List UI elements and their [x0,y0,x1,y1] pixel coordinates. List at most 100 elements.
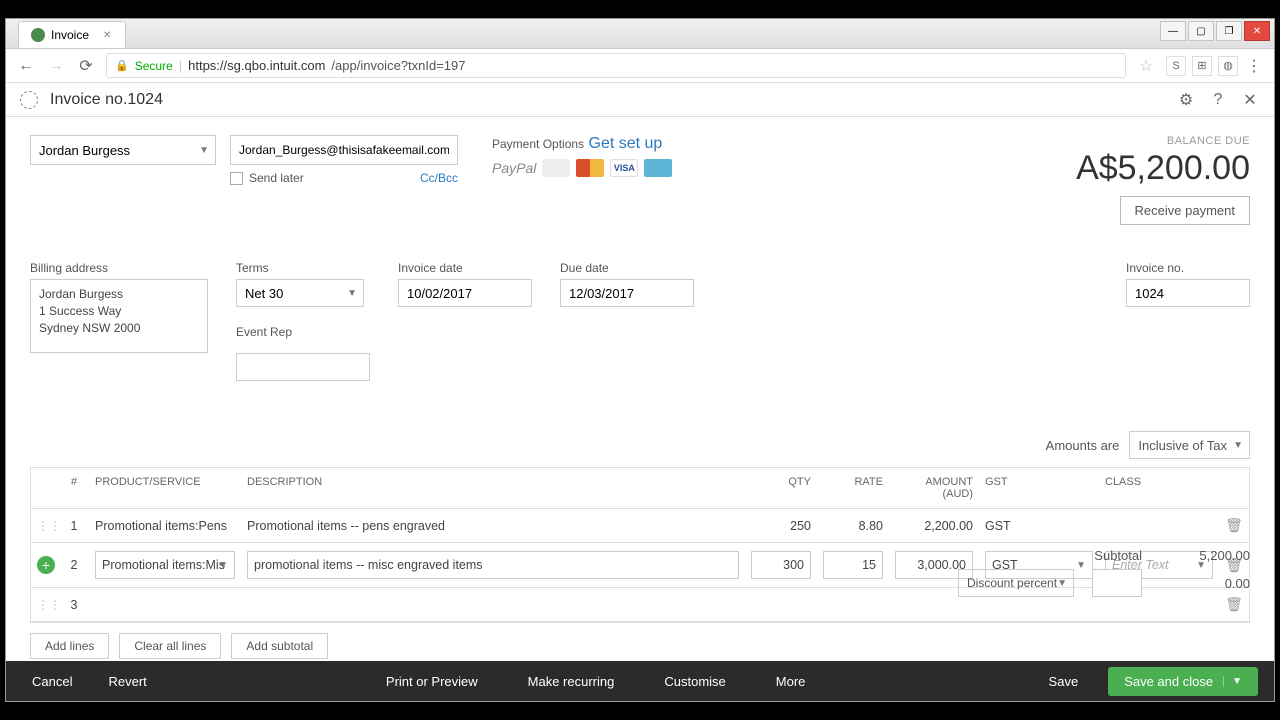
row-gst[interactable]: GST [979,511,1099,541]
email-input[interactable] [230,135,458,165]
close-icon[interactable]: ✕ [1240,90,1260,110]
history-icon[interactable] [20,91,38,109]
window-min-icon[interactable]: — [1160,21,1186,41]
make-recurring-button[interactable]: Make recurring [518,668,625,695]
row-num: 1 [59,511,89,541]
row-rate[interactable]: 8.80 [817,511,889,541]
url-input[interactable]: 🔒 Secure | https://sg.qbo.intuit.com/app… [106,53,1126,78]
content: Jordan Burgess ▼ Send later Cc/Bcc Payme… [6,117,1274,661]
paypal-icon [542,159,570,177]
col-prod: PRODUCT/SERVICE [89,468,241,508]
due-date-input[interactable] [560,279,694,307]
send-later-checkbox[interactable] [230,172,243,185]
chevron-down-icon: ▼ [1233,440,1243,451]
tax-value: Inclusive of Tax [1138,438,1227,453]
row-qty-val: 300 [783,558,804,572]
ext-icon-2[interactable]: ⊞ [1192,56,1212,76]
ext-icon-3[interactable]: ◍ [1218,56,1238,76]
customer-name: Jordan Burgess [39,143,130,158]
clear-lines-button[interactable]: Clear all lines [119,633,221,659]
chevron-down-icon: ▼ [347,288,357,299]
help-icon[interactable]: ? [1208,90,1228,110]
col-class: CLASS [1099,468,1219,508]
star-icon[interactable]: ☆ [1136,56,1156,76]
row-amt[interactable]: 2,200.00 [889,511,979,541]
drag-handle-icon[interactable]: ⋮⋮ [31,590,59,620]
discount-input[interactable] [1092,569,1142,597]
window-restore-icon[interactable]: ❐ [1216,21,1242,41]
back-icon[interactable]: ← [16,56,36,76]
discount-select[interactable]: Discount percent ▼ [958,569,1074,597]
table-row[interactable]: ⋮⋮ 1 Promotional items:Pens Promotional … [31,509,1249,543]
col-num: # [59,468,89,508]
tax-inclusive-select[interactable]: Inclusive of Tax ▼ [1129,431,1250,459]
customise-button[interactable]: Customise [654,668,735,695]
ccbcc-link[interactable]: Cc/Bcc [420,171,458,185]
invoice-date-label: Invoice date [398,261,532,275]
terms-value: Net 30 [245,286,283,301]
save-button[interactable]: Save [1035,668,1093,695]
due-date-label: Due date [560,261,694,275]
add-row-icon[interactable]: + [31,548,59,582]
more-button[interactable]: More [766,668,816,695]
save-close-button[interactable]: Save and close ▼ [1108,667,1258,696]
cancel-button[interactable]: Cancel [22,668,82,695]
grid-header: # PRODUCT/SERVICE DESCRIPTION QTY RATE A… [31,468,1249,509]
amex-icon [644,159,672,177]
page-header: Invoice no.1024 ⚙ ? ✕ [6,83,1274,117]
col-gst: GST [979,468,1099,508]
event-rep-input[interactable] [236,353,370,381]
menu-icon[interactable]: ⋮ [1244,56,1264,76]
reload-icon[interactable]: ⟳ [76,56,96,76]
window-close-icon[interactable]: ✕ [1244,21,1270,41]
row-num: 3 [59,590,89,620]
row-qty-input[interactable]: 300 [751,551,811,579]
billing-label: Billing address [30,261,208,275]
tab-close-icon[interactable]: ✕ [103,30,113,40]
row-desc-val: promotional items -- misc engraved items [254,558,483,572]
add-subtotal-button[interactable]: Add subtotal [231,633,328,659]
invoice-date-input[interactable] [398,279,532,307]
paypal-label: PayPal [492,160,536,176]
payment-setup-link[interactable]: Get set up [589,135,663,152]
row-rate-input[interactable]: 15 [823,551,883,579]
subtotal-value: 5,200.00 [1160,548,1250,563]
terms-select[interactable]: Net 30 ▼ [236,279,364,307]
favicon [31,28,45,42]
row-desc-input[interactable]: promotional items -- misc engraved items [247,551,739,579]
chevron-down-icon[interactable]: ▼ [1223,676,1242,687]
col-qty: QTY [745,468,817,508]
row-desc[interactable]: Promotional items -- pens engraved [241,511,745,541]
forward-icon[interactable]: → [46,56,66,76]
delete-row-icon[interactable]: 🗑 [1219,509,1249,542]
row-class[interactable] [1099,518,1219,534]
lock-icon: 🔒 [115,59,129,72]
mastercard-icon [576,159,604,177]
customer-select[interactable]: Jordan Burgess ▼ [30,135,216,165]
terms-label: Terms [236,261,370,275]
billing-address-input[interactable]: Jordan Burgess 1 Success Way Sydney NSW … [30,279,208,353]
browser-tab[interactable]: Invoice ✕ [18,21,126,48]
visa-icon: VISA [610,159,638,177]
row-prod[interactable] [89,597,241,613]
print-button[interactable]: Print or Preview [376,668,488,695]
row-qty[interactable] [745,597,817,613]
receive-payment-button[interactable]: Receive payment [1120,196,1250,225]
window-max-icon[interactable]: ▢ [1188,21,1214,41]
row-rate[interactable] [817,597,889,613]
subtotal-label: Subtotal [1094,548,1142,563]
row-prod-select[interactable]: Promotional items:Mis▼ [95,551,235,579]
invoice-no-input[interactable] [1126,279,1250,307]
discount-label: Discount percent [967,576,1057,590]
send-later-label: Send later [249,171,304,185]
ext-icon-1[interactable]: S [1166,56,1186,76]
add-lines-button[interactable]: Add lines [30,633,109,659]
row-prod[interactable]: Promotional items:Pens [89,511,241,541]
row-desc[interactable] [241,597,745,613]
chevron-down-icon: ▼ [218,560,228,571]
gear-icon[interactable]: ⚙ [1176,90,1196,110]
row-qty[interactable]: 250 [745,511,817,541]
drag-handle-icon[interactable]: ⋮⋮ [31,511,59,541]
revert-button[interactable]: Revert [98,668,156,695]
row-rate-val: 15 [862,558,876,572]
